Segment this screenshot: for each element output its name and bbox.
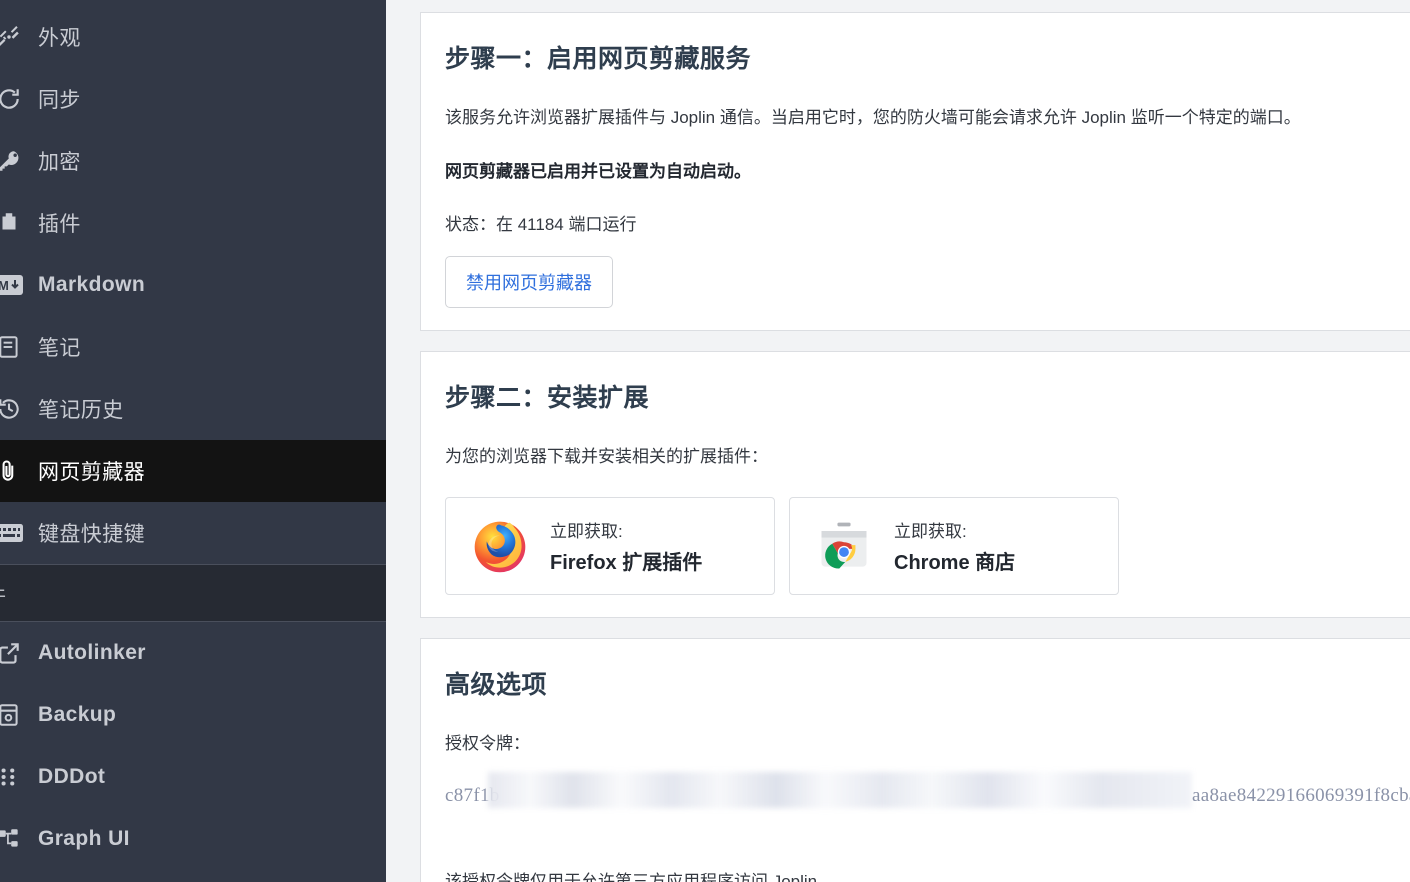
sidebar-item-label: 同步 <box>38 89 81 112</box>
token-redacted-region <box>488 771 1192 808</box>
sidebar-item-graph-ui[interactable]: Graph UI <box>0 808 386 870</box>
step-one-enabled-notice: 网页剪藏器已启用并已设置为自动启动。 <box>445 161 751 181</box>
plugin-icon <box>0 210 24 236</box>
sidebar-item-sync[interactable]: 同步 <box>0 68 386 130</box>
sidebar-item-keyboard-shortcuts[interactable]: 键盘快捷键 <box>0 502 386 564</box>
sidebar-item-label: Graph UI <box>38 827 130 850</box>
extension-links: 立即获取: Firefox 扩展插件 立即获取: Chrome 商店 <box>445 497 1410 595</box>
chrome-get-now: 立即获取: <box>894 522 967 541</box>
appearance-icon <box>0 24 24 50</box>
chrome-store-link[interactable]: 立即获取: Chrome 商店 <box>789 497 1119 595</box>
step-two-description: 为您的浏览器下载并安装相关的扩展插件： <box>445 446 768 466</box>
sidebar-item-markdown[interactable]: M Markdown <box>0 254 386 316</box>
step-two-card: 步骤二：安装扩展 为您的浏览器下载并安装相关的扩展插件： 立即获取: Firef… <box>420 350 1410 618</box>
step-one-card: 步骤一：启用网页剪藏服务 该服务允许浏览器扩展插件与 Joplin 通信。当启用… <box>420 12 1410 331</box>
svg-text:M: M <box>0 278 9 293</box>
firefox-extension-name: Firefox 扩展插件 <box>550 552 703 574</box>
sidebar-item-label: 键盘快捷键 <box>38 523 145 546</box>
firefox-extension-link[interactable]: 立即获取: Firefox 扩展插件 <box>445 497 775 595</box>
sidebar-item-encryption[interactable]: 加密 <box>0 130 386 192</box>
sidebar-item-label: 插件 <box>38 213 81 236</box>
keyboard-icon <box>0 522 24 544</box>
sidebar-item-web-clipper[interactable]: 网页剪藏器 <box>0 440 386 502</box>
firefox-logo-icon <box>468 516 532 576</box>
autolinker-icon <box>0 640 24 666</box>
sidebar-item-label: 网页剪藏器 <box>38 461 145 484</box>
sidebar-item-note-history[interactable]: 笔记历史 <box>0 378 386 440</box>
settings-window: 外观 同步 加密 插件 M Markdown 笔记 笔记历史 网页剪藏器 键盘快… <box>0 0 1410 882</box>
token-suffix: aa8ae84229166069391f8cbad40a <box>1192 784 1410 806</box>
sidebar-item-plugins[interactable]: 插件 <box>0 192 386 254</box>
settings-content: 步骤一：启用网页剪藏服务 该服务允许浏览器扩展插件与 Joplin 通信。当启用… <box>386 0 1410 882</box>
sidebar-item-label: DDDot <box>38 765 106 788</box>
authorization-token-label: 授权令牌： <box>445 734 530 753</box>
authorization-token-note: 该授权令牌仅用于允许第三方应用程序访问 Joplin <box>445 871 818 882</box>
authorization-token-value[interactable]: c87f1b aa8ae84229166069391f8cbad40a <box>445 771 1410 815</box>
sidebar-item-label: 笔记历史 <box>38 399 124 422</box>
settings-sidebar[interactable]: 外观 同步 加密 插件 M Markdown 笔记 笔记历史 网页剪藏器 键盘快… <box>0 0 386 882</box>
sidebar-section-label: 插件 <box>0 579 6 608</box>
backup-icon <box>0 702 24 728</box>
sidebar-section-header-plugins: 插件 <box>0 564 386 622</box>
sidebar-item-label: 加密 <box>38 151 81 174</box>
advanced-options-card: 高级选项 授权令牌： c87f1b aa8ae84229166069391f8c… <box>420 638 1410 882</box>
step-one-title: 步骤一：启用网页剪藏服务 <box>445 45 752 73</box>
step-two-title: 步骤二：安装扩展 <box>445 383 650 412</box>
firefox-extension-text: 立即获取: Firefox 扩展插件 <box>550 517 702 575</box>
sidebar-item-label: 笔记 <box>38 337 81 360</box>
chrome-store-name: Chrome 商店 <box>894 552 1016 574</box>
sidebar-item-label: Markdown <box>38 273 146 296</box>
sync-icon <box>0 86 24 112</box>
dddot-icon <box>0 764 24 790</box>
sidebar-item-label: Backup <box>38 703 117 726</box>
step-one-description: 该服务允许浏览器扩展插件与 Joplin 通信。当启用它时，您的防火墙可能会请求… <box>445 108 1301 127</box>
firefox-get-now: 立即获取: <box>550 522 623 541</box>
sidebar-item-label: 外观 <box>38 27 81 50</box>
chrome-store-text: 立即获取: Chrome 商店 <box>894 517 1015 575</box>
chrome-web-store-icon <box>812 516 876 576</box>
note-icon <box>0 334 24 360</box>
sidebar-item-notes[interactable]: 笔记 <box>0 316 386 378</box>
history-icon <box>0 396 24 422</box>
step-one-status: 状态：在 41184 端口运行 <box>445 215 637 234</box>
sidebar-item-backup[interactable]: Backup <box>0 684 386 746</box>
advanced-options-title: 高级选项 <box>445 671 548 699</box>
key-icon <box>0 148 24 174</box>
sidebar-item-autolinker[interactable]: Autolinker <box>0 622 386 684</box>
sidebar-item-dddot[interactable]: DDDot <box>0 746 386 808</box>
markdown-icon: M <box>0 274 24 296</box>
disable-web-clipper-button[interactable]: 禁用网页剪藏器 <box>445 255 613 308</box>
sidebar-item-appearance[interactable]: 外观 <box>0 6 386 68</box>
graph-ui-icon <box>0 826 24 852</box>
web-clipper-icon <box>0 458 24 484</box>
sidebar-item-label: Autolinker <box>38 641 146 664</box>
